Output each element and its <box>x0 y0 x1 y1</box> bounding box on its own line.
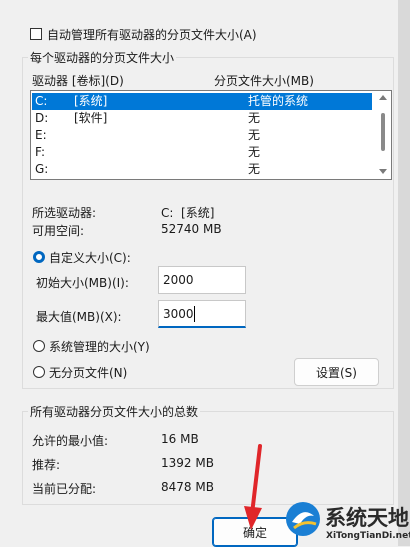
drive-row-c[interactable]: C: [系统] 托管的系统 <box>32 93 372 110</box>
scroll-up-arrow-icon[interactable] <box>379 95 387 100</box>
min-allowed-value: 16 MB <box>161 432 199 446</box>
selected-drive-label: 所选驱动器: <box>32 206 97 220</box>
drive-paging-size: 无 <box>248 145 261 159</box>
custom-size-radio[interactable] <box>33 251 45 263</box>
drive-paging-size: 无 <box>248 111 261 125</box>
free-space-value: 52740 MB <box>161 222 222 236</box>
allocated-label: 当前已分配: <box>32 482 97 496</box>
min-allowed-label: 允许的最小值: <box>32 434 109 448</box>
watermark-logo-icon <box>286 502 320 536</box>
column-header-drive: 驱动器 [卷标](D) <box>32 74 124 88</box>
max-size-input[interactable] <box>158 300 246 328</box>
column-header-size: 分页文件大小(MB) <box>214 74 314 88</box>
free-space-label: 可用空间: <box>32 224 85 238</box>
system-managed-radio[interactable] <box>33 340 45 352</box>
no-paging-label[interactable]: 无分页文件(N) <box>49 364 127 381</box>
watermark-url: XiTongTianDi.net <box>326 531 410 541</box>
text-caret <box>194 306 195 322</box>
max-size-label: 最大值(MB)(X): <box>36 310 122 324</box>
drive-paging-size: 无 <box>248 128 261 142</box>
window-edge <box>398 0 410 546</box>
system-managed-label[interactable]: 系统管理的大小(Y) <box>49 338 150 355</box>
auto-manage-checkbox[interactable] <box>30 28 42 40</box>
drive-row-f[interactable]: F: 无 <box>32 144 372 161</box>
drive-row-d[interactable]: D: [软件] 无 <box>32 110 372 127</box>
drive-row-e[interactable]: E: 无 <box>32 127 372 144</box>
scroll-thumb[interactable] <box>381 113 385 151</box>
drive-list-scrollbar[interactable] <box>375 91 391 179</box>
set-button[interactable]: 设置(S) <box>294 358 379 386</box>
custom-size-label[interactable]: 自定义大小(C): <box>49 249 131 266</box>
drive-letter: G: <box>35 162 49 176</box>
selected-drive-value: C: [系统] <box>161 206 215 220</box>
recommended-label: 推荐: <box>32 458 61 472</box>
allocated-value: 8478 MB <box>161 480 214 494</box>
drive-group-title: 每个驱动器的分页文件大小 <box>28 49 177 66</box>
initial-size-input[interactable] <box>158 266 246 294</box>
drive-letter: C: <box>35 94 48 108</box>
drive-paging-size: 托管的系统 <box>248 94 309 108</box>
initial-size-label: 初始大小(MB)(I): <box>36 276 129 290</box>
drive-row-g[interactable]: G: 无 <box>32 161 372 178</box>
totals-group-title: 所有驱动器分页文件大小的总数 <box>28 403 201 420</box>
recommended-value: 1392 MB <box>161 456 214 470</box>
auto-manage-label[interactable]: 自动管理所有驱动器的分页文件大小(A) <box>47 26 257 43</box>
scroll-down-arrow-icon[interactable] <box>379 169 387 174</box>
drive-letter: D: <box>35 111 49 125</box>
drive-volume-label: [软件] <box>74 111 108 125</box>
drive-list[interactable]: C: [系统] 托管的系统 D: [软件] 无 E: 无 F: 无 G: 无 <box>30 90 392 180</box>
watermark-name: 系统天地 <box>325 506 409 530</box>
drive-paging-size: 无 <box>248 162 261 176</box>
no-paging-radio[interactable] <box>33 366 45 378</box>
drive-letter: F: <box>35 145 46 159</box>
drive-letter: E: <box>35 128 47 142</box>
red-arrow-annotation-icon <box>244 444 262 530</box>
drive-volume-label: [系统] <box>74 94 108 108</box>
